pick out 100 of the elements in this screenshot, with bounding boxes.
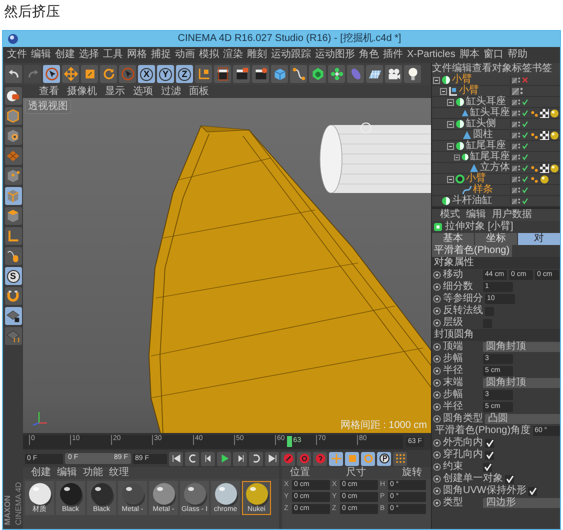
menu-item[interactable]: 捕捉	[151, 49, 171, 61]
object-name[interactable]: 小臂	[452, 74, 472, 86]
menu-item[interactable]: 选项	[133, 86, 153, 98]
object-name[interactable]: 样条	[473, 184, 493, 196]
floor-grid-button[interactable]	[366, 65, 383, 83]
menu-item[interactable]: 角色	[359, 49, 379, 61]
checkbox[interactable]	[528, 486, 538, 496]
menu-item[interactable]: 编辑	[57, 467, 77, 479]
tab[interactable]: 对	[518, 233, 560, 245]
cube-points-button[interactable]	[4, 167, 22, 185]
menu-item[interactable]: 摄像机	[67, 86, 97, 98]
camera-button[interactable]	[385, 65, 402, 83]
pen-button[interactable]	[290, 65, 307, 83]
checkbox[interactable]	[483, 462, 492, 472]
make-editable-button[interactable]	[4, 87, 22, 105]
menu-item[interactable]: 标签	[512, 63, 532, 75]
menu-item[interactable]: 创建	[31, 467, 51, 479]
rotate-button[interactable]	[100, 65, 117, 83]
gem-button[interactable]	[309, 65, 326, 83]
grid-lock-button[interactable]	[4, 307, 22, 325]
menu-item[interactable]: 纹理	[109, 467, 129, 479]
object-name[interactable]: 小臂	[459, 85, 479, 97]
axis-l-button[interactable]	[4, 227, 22, 245]
skip-end-button[interactable]	[265, 452, 279, 466]
tab[interactable]: 坐标	[475, 233, 517, 245]
clapperboard-button[interactable]	[214, 65, 231, 83]
cursor-button[interactable]	[119, 65, 136, 83]
checkbox[interactable]	[485, 438, 494, 448]
mouse-button[interactable]	[4, 247, 22, 265]
undo-button[interactable]	[5, 65, 22, 83]
menu-item[interactable]: 编辑	[31, 49, 51, 61]
menu-item[interactable]: 帮助	[507, 49, 528, 61]
menu-item[interactable]: 运动跟踪	[271, 49, 311, 61]
autokey-button[interactable]	[297, 452, 311, 466]
menu-item[interactable]: 查看	[472, 63, 492, 75]
menu-item[interactable]: 窗口	[483, 49, 504, 61]
step-forward-button[interactable]	[233, 452, 247, 466]
menu-item[interactable]: 文件	[7, 49, 27, 61]
menu-item[interactable]: 插件	[383, 49, 403, 61]
menu-item[interactable]: X-Particles	[407, 49, 456, 61]
tab[interactable]: 基本	[432, 233, 474, 245]
axis-toggle[interactable]: Y	[157, 65, 174, 83]
checkbox[interactable]	[505, 474, 514, 484]
cursor-button[interactable]	[43, 65, 60, 83]
loop-back-button[interactable]	[185, 452, 199, 466]
menu-item[interactable]: 选择	[79, 49, 99, 61]
tab[interactable]: 平滑着色(Phong)	[432, 245, 512, 257]
dropdown[interactable]: 凸圆	[485, 414, 560, 424]
snap-toggle[interactable]: S	[4, 267, 22, 285]
clapperboard-button[interactable]	[233, 65, 250, 83]
dropdown[interactable]: 四边形	[483, 498, 560, 508]
object-name[interactable]: 小臂	[466, 173, 486, 185]
cube-face-button[interactable]	[4, 207, 22, 225]
keyframe-help-button[interactable]	[313, 452, 327, 466]
grid-button[interactable]	[4, 147, 22, 165]
menu-item[interactable]: 功能	[83, 467, 103, 479]
menu-item[interactable]: 编辑	[466, 209, 486, 221]
grid-bracket-button[interactable]	[4, 327, 22, 345]
menu-item[interactable]: 网格	[127, 49, 147, 61]
playhead[interactable]	[287, 436, 292, 447]
loop-forward-button[interactable]	[249, 452, 263, 466]
scale-button[interactable]	[345, 452, 359, 466]
menu-item[interactable]: 用户数据	[492, 209, 532, 221]
axis-toggle[interactable]: X	[138, 65, 155, 83]
flower-button[interactable]	[328, 65, 345, 83]
step-back-button[interactable]	[201, 452, 215, 466]
menu-item[interactable]: 过滤	[161, 86, 181, 98]
clapperboard-gear-button[interactable]	[252, 65, 269, 83]
menu-item[interactable]: 雕刻	[247, 49, 267, 61]
textured-cube-button[interactable]	[4, 127, 22, 145]
dropdown[interactable]: 圆角封顶	[483, 342, 560, 352]
move-button[interactable]	[329, 452, 343, 466]
rotate-button[interactable]	[361, 452, 375, 466]
range-slider-fill[interactable]	[65, 453, 131, 464]
menu-item[interactable]: 书签	[532, 63, 552, 75]
axis-toggle[interactable]: Z	[176, 65, 193, 83]
magnet-button[interactable]	[4, 287, 22, 305]
skip-start-button[interactable]	[169, 452, 183, 466]
menu-item[interactable]: 模式	[440, 209, 460, 221]
dropdown[interactable]: 圆角封顶	[483, 378, 560, 388]
menu-item[interactable]: 渲染	[223, 49, 243, 61]
checkbox[interactable]	[485, 450, 494, 460]
menu-item[interactable]: 显示	[105, 86, 125, 98]
menu-item[interactable]: 脚本	[459, 49, 480, 61]
menu-item[interactable]: 文件	[432, 63, 452, 75]
menu-item[interactable]: 运动图形	[315, 49, 355, 61]
cube-edges-button[interactable]	[4, 187, 22, 205]
menu-item[interactable]: 对象	[492, 63, 512, 75]
menu-item[interactable]: 编辑	[452, 63, 472, 75]
menu-item[interactable]: 工具	[103, 49, 123, 61]
menu-item[interactable]: 查看	[39, 86, 59, 98]
move-button[interactable]	[62, 65, 79, 83]
light-bulb-button[interactable]	[404, 65, 421, 83]
menu-item[interactable]: 面板	[189, 86, 209, 98]
menu-item[interactable]: 创建	[55, 49, 75, 61]
play-button[interactable]	[217, 452, 231, 466]
menu-item[interactable]: 模拟	[199, 49, 219, 61]
cube-button[interactable]	[4, 107, 22, 125]
scale-button[interactable]	[81, 65, 98, 83]
parameter-button[interactable]	[377, 452, 391, 466]
